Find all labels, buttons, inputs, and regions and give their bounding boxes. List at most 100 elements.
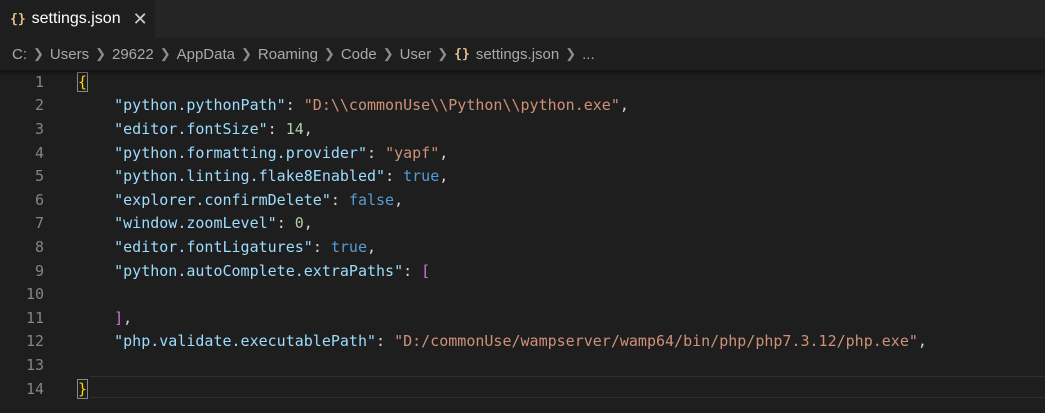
code-token: ,	[439, 167, 449, 186]
breadcrumb-item-users[interactable]: Users	[50, 46, 89, 63]
breadcrumb-item-file[interactable]: settings.json	[476, 46, 559, 63]
code-token: ]	[114, 308, 124, 327]
line-number: 9	[34, 261, 44, 280]
line-number: 4	[34, 143, 44, 162]
code-line[interactable]: 4 "python.formatting.provider": "yapf",	[0, 141, 1045, 165]
line-number: 6	[34, 190, 44, 209]
code-text: "python.linting.flake8Enabled": true,	[78, 167, 448, 185]
code-text: "editor.fontSize": 14,	[78, 120, 313, 138]
chevron-right-icon: ❯	[240, 46, 252, 61]
code-token: ,	[619, 96, 629, 115]
code-token: true	[330, 237, 367, 256]
code-token: ,	[367, 237, 377, 256]
line-number: 14	[25, 379, 44, 398]
code-line[interactable]: 12 "php.validate.executablePath": "D:/co…	[0, 330, 1045, 354]
code-token: "php.validate.executablePath"	[114, 332, 377, 351]
breadcrumb-item-appdata[interactable]: AppData	[177, 46, 235, 63]
code-token: ,	[303, 119, 313, 138]
code-token: :	[403, 261, 422, 280]
code-token: "editor.fontSize"	[114, 119, 268, 138]
code-text: ],	[78, 309, 132, 327]
code-token: "explorer.confirmDelete"	[114, 190, 331, 209]
code-token: "python.pythonPath"	[114, 96, 286, 115]
json-file-icon: {}	[10, 11, 26, 27]
editor-lines: 1{2 "python.pythonPath": "D:\\commonUse\…	[0, 70, 1045, 400]
code-line[interactable]: 10	[0, 282, 1045, 306]
code-line[interactable]: 6 "explorer.confirmDelete": false,	[0, 188, 1045, 212]
line-number: 1	[34, 72, 44, 91]
code-text: }	[76, 378, 89, 399]
code-token: {	[76, 71, 89, 92]
chevron-right-icon: ❯	[382, 46, 394, 61]
code-token: "python.linting.flake8Enabled"	[114, 167, 386, 186]
code-token: :	[267, 119, 286, 138]
tab-label: settings.json	[31, 10, 121, 27]
code-token: ,	[394, 190, 404, 209]
code-line[interactable]: 8 "editor.fontLigatures": true,	[0, 235, 1045, 259]
code-token: ,	[123, 308, 133, 327]
breadcrumb-item-roaming[interactable]: Roaming	[258, 46, 318, 63]
code-token: "editor.fontLigatures"	[114, 237, 313, 256]
code-token: "D:\\commonUse\\Python\\python.exe"	[303, 96, 620, 115]
code-line[interactable]: 13	[0, 353, 1045, 377]
breadcrumb-item-code[interactable]: Code	[341, 46, 377, 63]
breadcrumb-item-drive[interactable]: C:	[12, 46, 27, 63]
chevron-right-icon: ❯	[437, 46, 449, 61]
code-editor[interactable]: 1{2 "python.pythonPath": "D:\\commonUse\…	[0, 70, 1045, 413]
line-number: 8	[34, 237, 44, 256]
code-text: "explorer.confirmDelete": false,	[78, 191, 403, 209]
code-text: "python.pythonPath": "D:\\commonUse\\Pyt…	[78, 96, 629, 114]
code-token: "window.zoomLevel"	[114, 214, 277, 233]
code-text: {	[76, 71, 89, 92]
breadcrumb-item-user[interactable]: User	[400, 46, 432, 63]
code-token: "yapf"	[385, 143, 440, 162]
code-token: :	[285, 96, 304, 115]
code-line[interactable]: 9 "python.autoComplete.extraPaths": [	[0, 259, 1045, 283]
tab-settings-json[interactable]: {} settings.json ✕	[0, 0, 155, 38]
code-token: 0	[294, 214, 304, 233]
line-number: 3	[34, 119, 44, 138]
code-line[interactable]: 7 "window.zoomLevel": 0,	[0, 212, 1045, 236]
code-text: "python.autoComplete.extraPaths": [	[78, 262, 430, 280]
line-number: 12	[25, 332, 44, 351]
code-token: :	[330, 190, 349, 209]
chevron-right-icon: ❯	[95, 46, 106, 61]
chevron-right-icon: ❯	[565, 46, 577, 61]
code-line[interactable]: 2 "python.pythonPath": "D:\\commonUse\\P…	[0, 94, 1045, 118]
code-line[interactable]: 5 "python.linting.flake8Enabled": true,	[0, 164, 1045, 188]
tab-bar: {} settings.json ✕	[0, 0, 1045, 38]
breadcrumb-item-user-id[interactable]: 29622	[112, 46, 154, 63]
code-token: 14	[285, 119, 304, 138]
code-token: :	[367, 143, 386, 162]
breadcrumb: C: ❯ Users ❯ 29622 ❯ AppData ❯ Roaming ❯…	[0, 38, 1045, 70]
code-token: :	[385, 167, 404, 186]
code-token: ,	[917, 332, 927, 351]
code-line[interactable]: 11 ],	[0, 306, 1045, 330]
code-token: :	[312, 237, 331, 256]
close-icon[interactable]: ✕	[133, 10, 148, 28]
code-token: "python.formatting.provider"	[114, 143, 367, 162]
line-number: 5	[34, 167, 44, 186]
line-number: 7	[34, 214, 44, 233]
breadcrumb-item-symbols[interactable]: ...	[582, 46, 595, 63]
code-token: ,	[303, 214, 313, 233]
code-token: false	[348, 190, 395, 209]
code-line[interactable]: 1{	[0, 70, 1045, 94]
code-token: "python.autoComplete.extraPaths"	[114, 261, 404, 280]
line-number: 11	[25, 308, 44, 327]
code-token: }	[76, 378, 89, 399]
code-text: "editor.fontLigatures": true,	[78, 238, 376, 256]
chevron-right-icon: ❯	[323, 46, 335, 61]
chevron-right-icon: ❯	[159, 46, 171, 61]
code-line[interactable]: 3 "editor.fontSize": 14,	[0, 117, 1045, 141]
line-number: 2	[34, 96, 44, 115]
code-token: [	[421, 261, 431, 280]
code-token: ,	[439, 143, 449, 162]
code-token: :	[276, 214, 295, 233]
